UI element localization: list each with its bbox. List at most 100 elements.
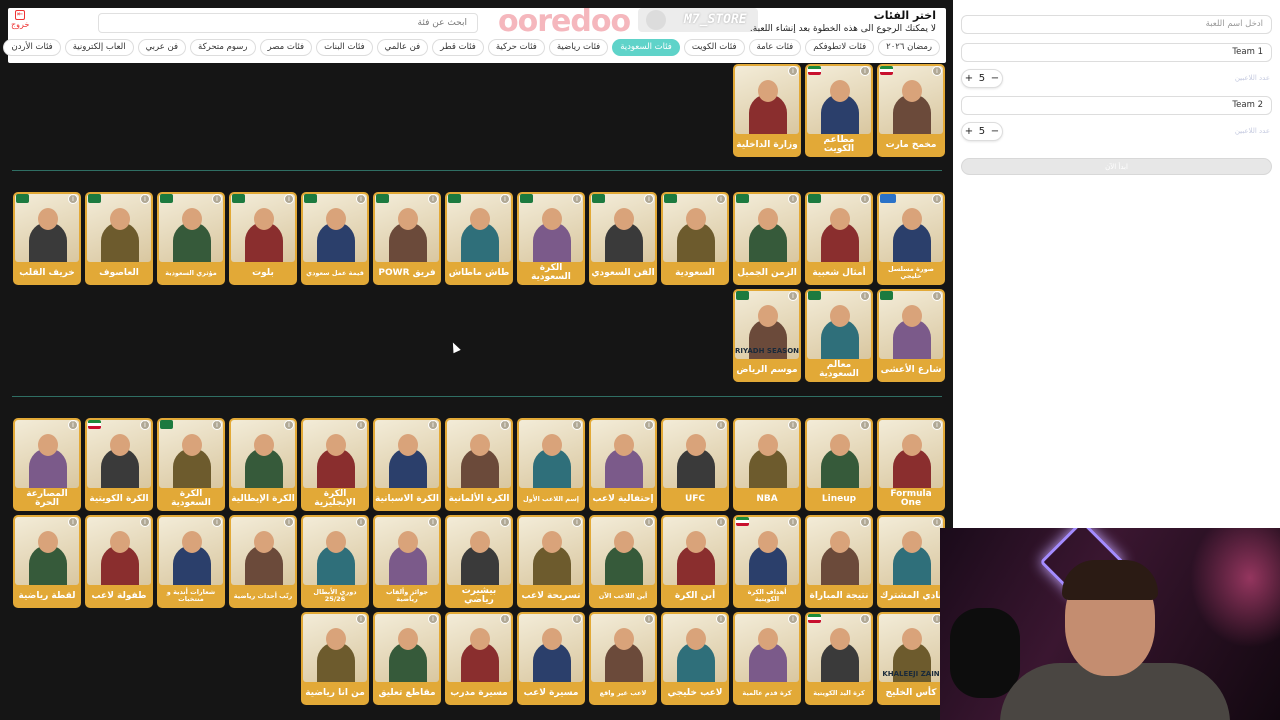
category-card[interactable]: i قيمة عمل سعودي (301, 192, 369, 285)
category-card[interactable]: i لاعب خليجي (661, 612, 729, 705)
category-card[interactable]: i الكرة الإنجليزية (301, 418, 369, 511)
category-tab[interactable]: رمضان ٢٠٢٦ (878, 39, 940, 56)
info-icon[interactable]: i (212, 420, 222, 430)
category-card[interactable]: i أمثال شعبية (805, 192, 873, 285)
category-card[interactable]: i Formula One (877, 418, 945, 511)
info-icon[interactable]: i (572, 420, 582, 430)
plus-icon[interactable]: + (965, 73, 973, 84)
category-card[interactable]: RIYADH SEASON i موسم الرياض (733, 289, 801, 382)
category-tab[interactable]: فئات حركية (487, 39, 545, 56)
info-icon[interactable]: i (140, 420, 150, 430)
category-card[interactable]: i وزارة الداخلية (733, 64, 801, 157)
category-card[interactable]: i جوائز وألقاب رياضية (373, 515, 441, 608)
category-tab[interactable]: فن عالمي (376, 39, 429, 56)
category-card[interactable]: i معالم السعودية (805, 289, 873, 382)
category-tab[interactable]: فئات لاتطوفكم (805, 39, 875, 56)
info-icon[interactable]: i (212, 517, 222, 527)
team2-name-input[interactable]: Team 2 (961, 96, 1272, 115)
info-icon[interactable]: i (860, 194, 870, 204)
game-name-input[interactable]: ادخل اسم اللعبة (961, 15, 1272, 34)
category-card[interactable]: i نتيجة المباراة (805, 515, 873, 608)
category-tab[interactable]: فن عربي (137, 39, 187, 56)
category-tab[interactable]: فئات الأردن (3, 39, 61, 56)
info-icon[interactable]: i (644, 614, 654, 624)
info-icon[interactable]: i (644, 517, 654, 527)
category-card[interactable]: i لاعب غير واقع (589, 612, 657, 705)
info-icon[interactable]: i (716, 517, 726, 527)
info-icon[interactable]: i (356, 517, 366, 527)
category-card[interactable]: i صورة مسلسل خليجي (877, 192, 945, 285)
category-card[interactable]: i مخمخ مارت (877, 64, 945, 157)
info-icon[interactable]: i (788, 420, 798, 430)
category-card[interactable]: i الفن السعودي (589, 192, 657, 285)
info-icon[interactable]: i (428, 517, 438, 527)
category-card[interactable]: KHALEEJI ZAIN i كأس الخليج (877, 612, 945, 705)
category-card[interactable]: i من انا رياضية (301, 612, 369, 705)
info-icon[interactable]: i (932, 194, 942, 204)
minus-icon[interactable]: − (991, 73, 999, 84)
info-icon[interactable]: i (68, 420, 78, 430)
info-icon[interactable]: i (140, 517, 150, 527)
category-card[interactable]: i خريف القلب (13, 192, 81, 285)
category-card[interactable]: i شارع الأعشى (877, 289, 945, 382)
category-card[interactable]: i المصارعة الحرة (13, 418, 81, 511)
category-card[interactable]: i الكرة الاسبانية (373, 418, 441, 511)
category-card[interactable]: i مطاعم الكويت (805, 64, 873, 157)
category-card[interactable]: i دوري الأبطال 25/26 (301, 515, 369, 608)
info-icon[interactable]: i (68, 194, 78, 204)
category-card[interactable]: i بلوت (229, 192, 297, 285)
category-card[interactable]: i شعارات أندية و منتخبات (157, 515, 225, 608)
category-tab[interactable]: فئات قطر (432, 39, 484, 56)
info-icon[interactable]: i (860, 291, 870, 301)
info-icon[interactable]: i (428, 420, 438, 430)
category-card[interactable]: i رتّب أحداث رياضية (229, 515, 297, 608)
info-icon[interactable]: i (716, 420, 726, 430)
info-icon[interactable]: i (356, 614, 366, 624)
category-tab[interactable]: فئات السعودية (612, 39, 680, 56)
info-icon[interactable]: i (284, 194, 294, 204)
category-card[interactable]: i مسيرة لاعب (517, 612, 585, 705)
category-card[interactable]: i نادي المشترك (877, 515, 945, 608)
category-card[interactable]: i بيشيرت رياضي (445, 515, 513, 608)
category-card[interactable]: i الكرة الألمانية (445, 418, 513, 511)
category-search-input[interactable]: ابحث عن فئة (98, 13, 478, 33)
info-icon[interactable]: i (788, 291, 798, 301)
category-tab[interactable]: فئات البنات (316, 39, 373, 56)
info-icon[interactable]: i (428, 194, 438, 204)
category-card[interactable]: i الزمن الجميل (733, 192, 801, 285)
info-icon[interactable]: i (356, 420, 366, 430)
category-card[interactable]: i الكرة الكويتية (85, 418, 153, 511)
category-tab[interactable]: فئات مصر (259, 39, 313, 56)
info-icon[interactable]: i (572, 517, 582, 527)
category-card[interactable]: i الكرة السعودية (157, 418, 225, 511)
category-card[interactable]: i Lineup (805, 418, 873, 511)
info-icon[interactable]: i (716, 614, 726, 624)
info-icon[interactable]: i (572, 194, 582, 204)
info-icon[interactable]: i (788, 614, 798, 624)
info-icon[interactable]: i (68, 517, 78, 527)
category-card[interactable]: i مؤثري السعودية (157, 192, 225, 285)
category-card[interactable]: i أين اللاعب الآن (589, 515, 657, 608)
info-icon[interactable]: i (500, 517, 510, 527)
team1-name-input[interactable]: Team 1 (961, 43, 1272, 62)
exit-button[interactable]: ⇤ خروج (11, 10, 29, 29)
info-icon[interactable]: i (284, 420, 294, 430)
info-icon[interactable]: i (788, 194, 798, 204)
category-tab[interactable]: فئات الكويت (683, 39, 745, 56)
info-icon[interactable]: i (788, 517, 798, 527)
info-icon[interactable]: i (500, 420, 510, 430)
info-icon[interactable]: i (716, 194, 726, 204)
category-card[interactable]: i إحتفالية لاعب (589, 418, 657, 511)
plus-icon[interactable]: + (965, 126, 973, 137)
info-icon[interactable]: i (860, 420, 870, 430)
category-card[interactable]: i فريق POWR (373, 192, 441, 285)
info-icon[interactable]: i (140, 194, 150, 204)
info-icon[interactable]: i (500, 614, 510, 624)
info-icon[interactable]: i (356, 194, 366, 204)
info-icon[interactable]: i (932, 517, 942, 527)
category-card[interactable]: i الكرة الإيطالية (229, 418, 297, 511)
minus-icon[interactable]: − (991, 126, 999, 137)
info-icon[interactable]: i (860, 517, 870, 527)
info-icon[interactable]: i (428, 614, 438, 624)
category-card[interactable]: i كرة قدم عالمية (733, 612, 801, 705)
